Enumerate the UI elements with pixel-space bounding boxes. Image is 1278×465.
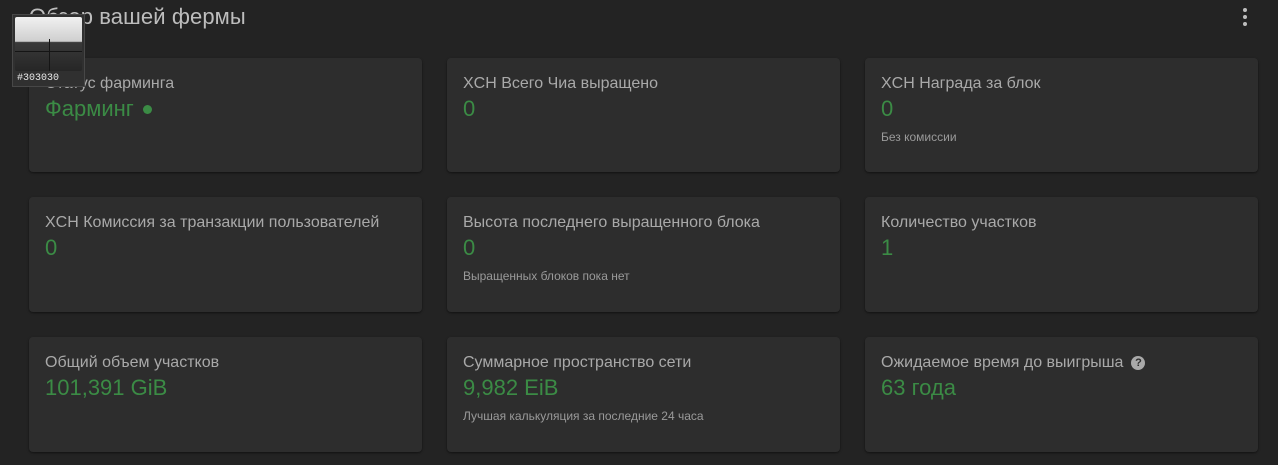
swatch-grid-line: [15, 51, 82, 52]
card-block-reward: XCH Награда за блок 0 Без комиссии: [865, 58, 1258, 172]
status-dot-icon: [142, 104, 152, 114]
card-plot-count: Количество участков 1: [865, 197, 1258, 312]
card-value: 0: [881, 96, 894, 121]
card-value: Фарминг: [45, 96, 406, 122]
card-total-chia-farmed: XCH Всего Чиа выращено 0: [447, 58, 840, 172]
card-value: 0: [45, 235, 58, 260]
card-note: Выращенных блоков пока нет: [463, 269, 630, 283]
card-title: XCH Награда за блок: [881, 75, 1041, 92]
menu-dot: [1243, 15, 1247, 19]
card-farming-status: Статус фарминга Фарминг: [29, 58, 422, 172]
card-expected-time-to-win: Ожидаемое время до выигрыша ? 63 года: [865, 337, 1258, 452]
color-swatch-overlay: #303030: [12, 14, 85, 87]
card-user-transaction-fees: XCH Комиссия за транзакции пользователей…: [29, 197, 422, 312]
card-title: Общий объем участков: [45, 354, 220, 371]
card-last-block-height: Высота последнего выращенного блока 0 Вы…: [447, 197, 840, 312]
card-title: Суммарное пространство сети: [463, 354, 692, 371]
farm-stats-grid: Статус фарминга Фарминг XCH Всего Чиа вы…: [29, 58, 1259, 452]
card-title-row: Ожидаемое время до выигрыша ?: [881, 354, 1242, 372]
card-title: Статус фарминга: [45, 75, 175, 92]
card-title: Ожидаемое время до выигрыша: [881, 354, 1124, 371]
card-title: Высота последнего выращенного блока: [463, 214, 760, 231]
swatch-grid-line: [49, 39, 50, 71]
card-value: 9,982 EiB: [463, 375, 559, 400]
menu-dot: [1243, 8, 1247, 12]
card-note: Без комиссии: [881, 130, 957, 144]
card-title: Количество участков: [881, 214, 1037, 231]
card-value: 101,391 GiB: [45, 375, 168, 400]
swatch-color-label: #303030: [17, 73, 60, 84]
card-total-plot-size: Общий объем участков 101,391 GiB: [29, 337, 422, 452]
farm-overview-page: Обзор вашей фермы Статус фарминга Фармин…: [0, 0, 1278, 465]
card-value: 63 года: [881, 375, 956, 400]
card-value: 0: [463, 235, 476, 260]
card-total-network-space: Суммарное пространство сети 9,982 EiB Лу…: [447, 337, 840, 452]
card-title: XCH Всего Чиа выращено: [463, 75, 658, 92]
help-icon[interactable]: ?: [1131, 356, 1146, 370]
card-value: 1: [881, 235, 894, 260]
menu-dot: [1243, 22, 1247, 26]
card-title: XCH Комиссия за транзакции пользователей: [45, 214, 380, 231]
card-note: Лучшая калькуляция за последние 24 часа: [463, 409, 704, 423]
card-value: 0: [463, 96, 476, 121]
farming-status-value: Фарминг: [45, 96, 134, 121]
more-vert-icon[interactable]: [1234, 6, 1256, 28]
